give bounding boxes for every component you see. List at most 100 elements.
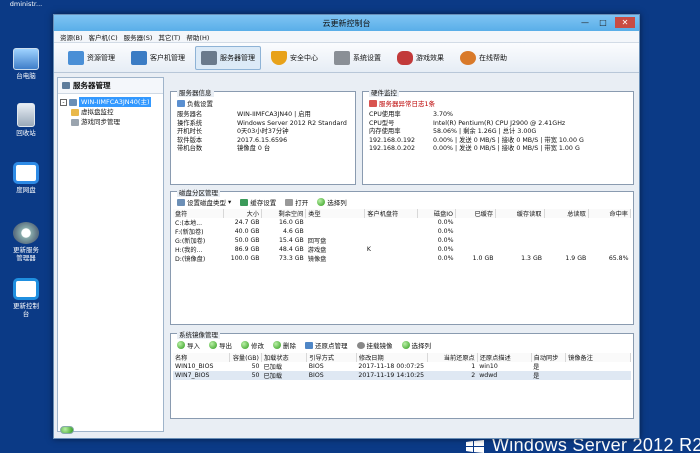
mount-image-button[interactable]: 挂载镜像 bbox=[356, 340, 393, 350]
desktop-icon-label: dministr... bbox=[9, 0, 43, 8]
cell: 游戏盘 bbox=[307, 247, 327, 254]
column-header[interactable]: 磁盘IO bbox=[417, 209, 456, 218]
tools-icon bbox=[334, 50, 350, 65]
close-button[interactable]: ✕ bbox=[615, 17, 635, 28]
column-header[interactable]: 缓存读取 bbox=[495, 209, 545, 218]
cell: wdwd bbox=[477, 371, 532, 380]
menu-other[interactable]: 其它(T) bbox=[158, 32, 180, 42]
select-columns-button[interactable]: 选择列 bbox=[317, 197, 347, 207]
table-row[interactable]: D:(镜像盘) 100.0 GB 73.3 GB 镜像盘 0.0% 1.0 GB 1.3 G… bbox=[173, 254, 631, 263]
toolbar-server-button[interactable]: 服务器管理 bbox=[195, 45, 261, 70]
title-bar[interactable]: 云更新控制台 — □ ✕ bbox=[54, 15, 639, 31]
menu-bar: 资源(B) 客户机(C) 服务器(S) 其它(T) 帮助(H) bbox=[54, 31, 639, 43]
column-header[interactable]: 名称 bbox=[173, 353, 230, 362]
toolbar-online-help-button[interactable]: 在线帮助 bbox=[454, 46, 513, 70]
toolbar-settings-button[interactable]: 系统设置 bbox=[328, 46, 387, 70]
table-row[interactable]: C:(本地... 24.7 GB 16.0 GB 0.0% bbox=[173, 218, 631, 227]
cell: 15.4 GB bbox=[279, 237, 304, 244]
button-label: 导入 bbox=[187, 342, 200, 350]
table-row[interactable]: F:(新加卷) 40.0 GB 4.6 GB 0.0% bbox=[173, 227, 631, 236]
cell: 86.9 GB bbox=[234, 246, 260, 253]
cell bbox=[306, 227, 365, 236]
cell: BIOS bbox=[308, 363, 324, 370]
desktop-icon-recycle-bin[interactable]: 回收站 bbox=[0, 103, 52, 137]
desktop-icon-admin[interactable]: dministr... bbox=[0, 0, 52, 8]
delete-button[interactable]: 删除 bbox=[273, 340, 296, 350]
toolbar-security-button[interactable]: 安全中心 bbox=[265, 46, 324, 70]
menu-help[interactable]: 帮助(H) bbox=[186, 32, 209, 42]
table-row[interactable]: WIN10_BIOS 50 已加载 BIOS 2017-11-18 00:07:25 1 w… bbox=[173, 362, 631, 371]
delete-icon bbox=[273, 341, 281, 349]
tree-item-game-sync[interactable]: 游戏同步管理 bbox=[60, 117, 161, 127]
panel-title: 磁盘分区管理 bbox=[177, 187, 220, 197]
column-header[interactable]: 修改日期 bbox=[356, 353, 429, 362]
column-header[interactable]: 当前还原点 bbox=[427, 353, 478, 362]
desktop-icon-computer[interactable]: 台电脑 bbox=[0, 48, 52, 80]
tree-item-virtual-disk[interactable]: 虚拟盘监控 bbox=[60, 107, 161, 117]
table-row[interactable]: H:(我的... 86.9 GB 48.4 GB 游戏盘 K 0.0% bbox=[173, 245, 631, 254]
monitor-icon bbox=[131, 50, 147, 65]
column-header[interactable]: 自动同步 bbox=[531, 353, 567, 362]
button-label: 服务器异常日志1条 bbox=[379, 100, 436, 108]
column-header[interactable]: 已缓存 bbox=[455, 209, 497, 218]
info-value: 2017.6.15.6596 bbox=[237, 136, 288, 144]
desktop-icon-netdisk[interactable]: 度网盘 bbox=[0, 162, 52, 194]
column-header[interactable]: 客户机盘符 bbox=[364, 209, 419, 218]
menu-clients[interactable]: 客户机(C) bbox=[89, 32, 118, 42]
column-header[interactable]: 大小 bbox=[223, 209, 263, 218]
toolbar-game-effect-button[interactable]: 游戏效果 bbox=[391, 46, 450, 70]
collapse-toggle[interactable]: - bbox=[60, 98, 67, 106]
recycle-bin-icon bbox=[17, 103, 35, 127]
status-indicator-icon[interactable] bbox=[60, 426, 74, 434]
minimize-button[interactable]: — bbox=[579, 17, 591, 28]
cache-settings-button[interactable]: 缓存设置 bbox=[240, 197, 276, 207]
info-value: Windows Server 2012 R2 Standard bbox=[237, 119, 347, 127]
menu-server[interactable]: 服务器(S) bbox=[124, 32, 153, 42]
desktop-icon-label: 台电脑 bbox=[16, 72, 36, 80]
column-header[interactable]: 类型 bbox=[305, 209, 366, 218]
column-header[interactable]: 加载状态 bbox=[261, 353, 308, 362]
restore-point-button[interactable]: 还原点管理 bbox=[305, 340, 348, 350]
computer-icon bbox=[13, 48, 39, 70]
column-header[interactable]: 容量(GB) bbox=[229, 353, 262, 362]
desktop-icon-update-service[interactable]: 更新服务 管理器 bbox=[0, 222, 52, 262]
cell bbox=[496, 236, 544, 245]
import-button[interactable]: 导入 bbox=[177, 340, 200, 350]
column-header[interactable]: 命中率 bbox=[588, 209, 632, 218]
button-label: 打开 bbox=[295, 199, 309, 207]
exception-log-button[interactable]: 服务器异常日志1条 bbox=[369, 98, 435, 108]
window-title: 云更新控制台 bbox=[322, 19, 371, 28]
cell: 50 bbox=[251, 363, 260, 370]
server-tree: - WIN-IIMFCA3JN40(主) 虚拟盘监控 游戏同步管理 bbox=[58, 94, 163, 130]
cell: 73.3 GB bbox=[279, 255, 304, 262]
maximize-button[interactable]: □ bbox=[597, 17, 609, 28]
toolbar-clients-button[interactable]: 客户机管理 bbox=[125, 46, 191, 70]
hw-key: 内存使用率 bbox=[369, 128, 401, 135]
cell bbox=[496, 227, 544, 236]
column-header[interactable]: 引导方式 bbox=[306, 353, 357, 362]
cell: F:(新加卷) bbox=[175, 229, 204, 236]
hw-row: 192.168.0.192 0.00% | 发送 0 MB/S | 接收 0 MB… bbox=[369, 137, 584, 146]
load-settings-button[interactable]: 负载设置 bbox=[177, 98, 213, 108]
button-label: 设置磁盘类型 bbox=[187, 199, 226, 207]
set-disk-type-button[interactable]: 设置磁盘类型 ▾ bbox=[177, 197, 231, 207]
resources-icon bbox=[68, 50, 84, 65]
toolbar-label: 在线帮助 bbox=[479, 53, 507, 62]
column-header[interactable]: 还原点描述 bbox=[477, 353, 532, 362]
column-header[interactable]: 镜像备注 bbox=[565, 353, 631, 362]
column-header[interactable]: 盘符 bbox=[173, 209, 225, 218]
edit-icon bbox=[241, 341, 249, 349]
tree-item-server[interactable]: - WIN-IIMFCA3JN40(主) bbox=[60, 97, 161, 107]
column-header[interactable]: 剩余空间 bbox=[261, 209, 307, 218]
menu-resources[interactable]: 资源(B) bbox=[60, 32, 83, 42]
column-header[interactable]: 总读取 bbox=[544, 209, 589, 218]
table-row[interactable]: WIN7_BIOS 50 已加载 BIOS 2017-11-19 14:10:25 2 wd… bbox=[173, 371, 631, 380]
table-row[interactable]: G:(新加卷) 50.0 GB 15.4 GB 回写盘 0.0% bbox=[173, 236, 631, 245]
select-columns-button[interactable]: 选择列 bbox=[401, 340, 431, 350]
open-button[interactable]: 打开 bbox=[285, 197, 308, 207]
export-button[interactable]: 导出 bbox=[209, 340, 232, 350]
button-label: 删除 bbox=[283, 342, 296, 350]
desktop-icon-update-console[interactable]: 更新控制 台 bbox=[0, 278, 52, 318]
edit-button[interactable]: 修改 bbox=[241, 340, 264, 350]
toolbar-resources-button[interactable]: 资源管理 bbox=[62, 46, 121, 70]
